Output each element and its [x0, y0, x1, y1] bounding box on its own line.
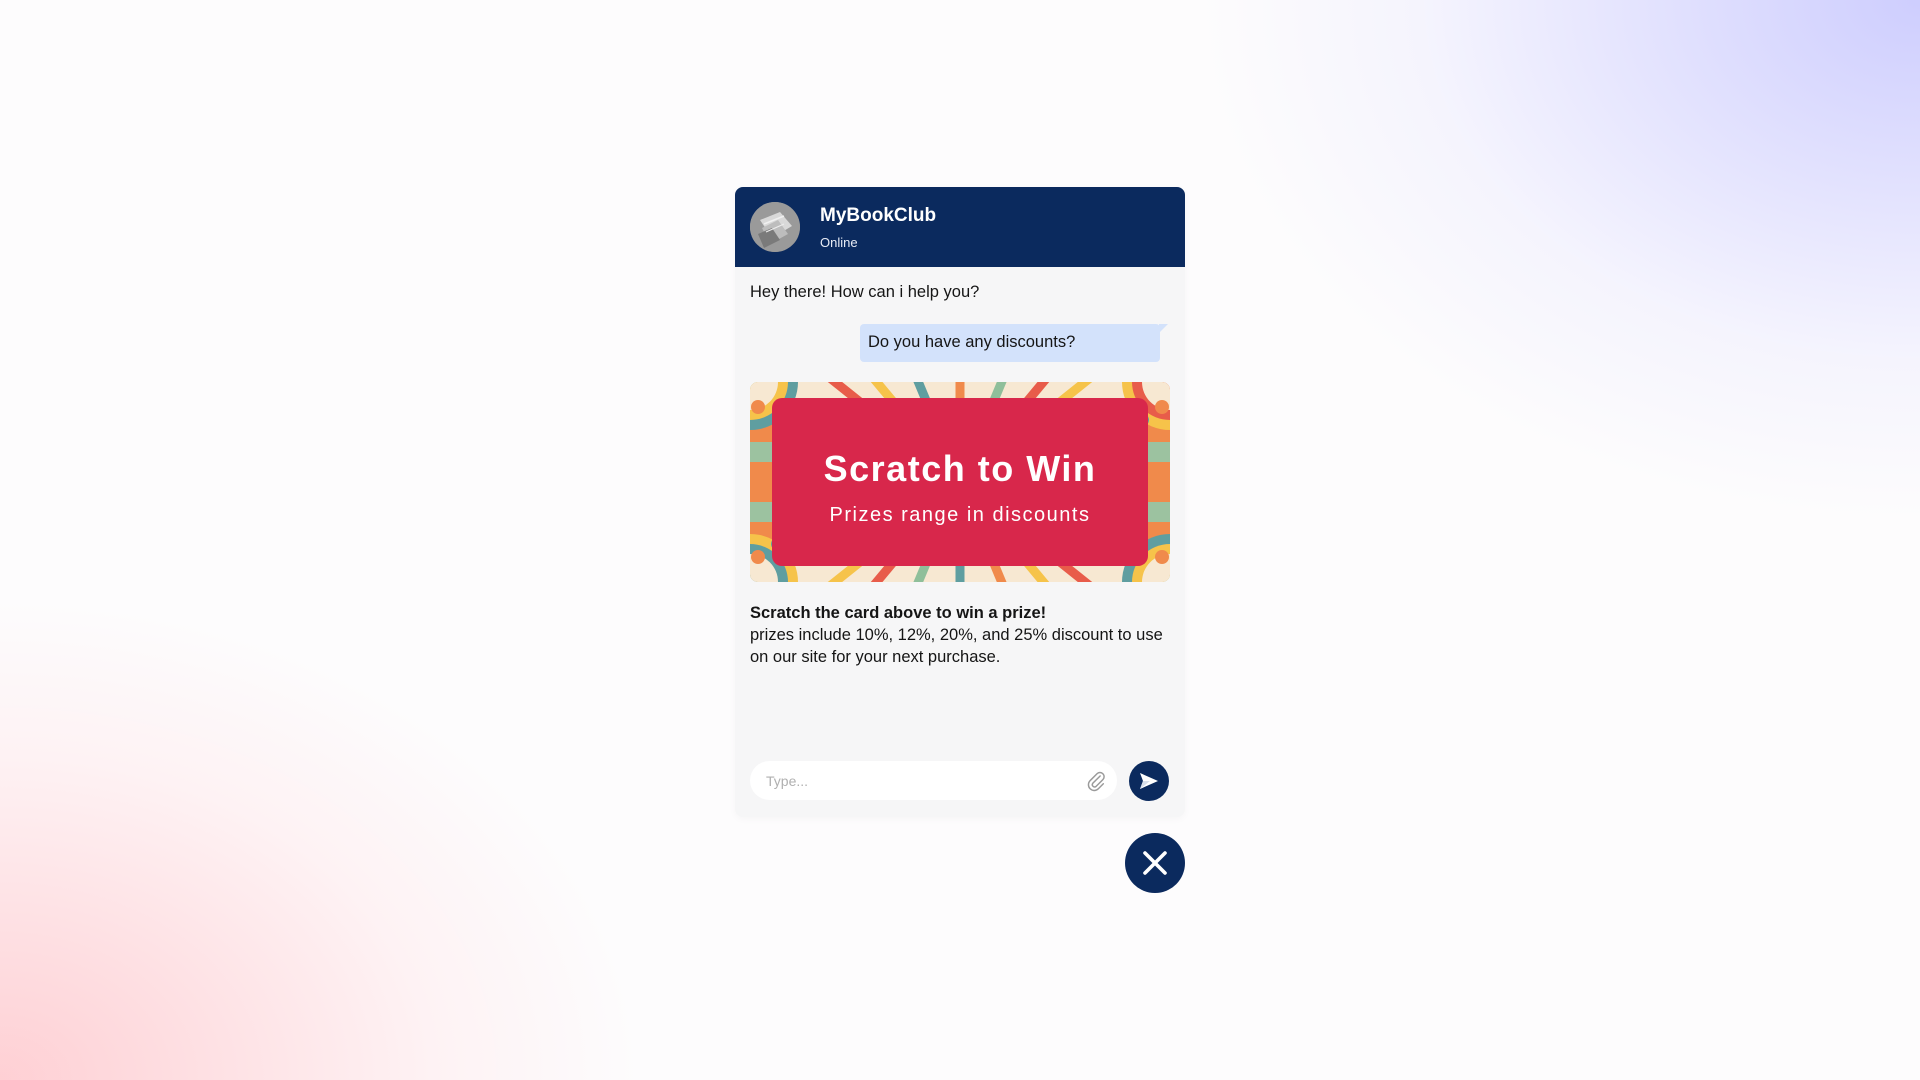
book-avatar-icon [750, 202, 800, 252]
send-button[interactable] [1129, 761, 1169, 801]
paperclip-icon[interactable] [1085, 770, 1107, 792]
bot-message: Hey there! How can i help you? [750, 283, 980, 301]
scratch-card[interactable]: Scratch to Win Prizes range in discounts [750, 382, 1170, 582]
avatar [750, 202, 800, 252]
chat-header: MyBookClub Online [735, 187, 1185, 267]
prize-description: prizes include 10%, 12%, 20%, and 25% di… [750, 626, 1163, 666]
prize-info: Scratch the card above to win a prize! p… [750, 602, 1170, 668]
chat-title: MyBookClub [820, 205, 937, 226]
message-input-container [750, 761, 1117, 800]
message-input[interactable] [764, 769, 1068, 793]
scratch-card-panel: Scratch to Win Prizes range in discounts [772, 398, 1148, 566]
user-message: Do you have any discounts? [860, 324, 1168, 362]
scratch-card-subtitle: Prizes range in discounts [829, 504, 1091, 526]
scratch-card-title: Scratch to Win [823, 448, 1097, 489]
close-chat-button[interactable] [1125, 833, 1185, 893]
send-icon [1140, 773, 1158, 789]
chat-status: Online [820, 235, 858, 250]
prize-headline: Scratch the card above to win a prize! [750, 604, 1047, 622]
chat-window: MyBookClub Online Hey there! How can i h… [735, 187, 1185, 817]
close-icon [1143, 851, 1167, 875]
